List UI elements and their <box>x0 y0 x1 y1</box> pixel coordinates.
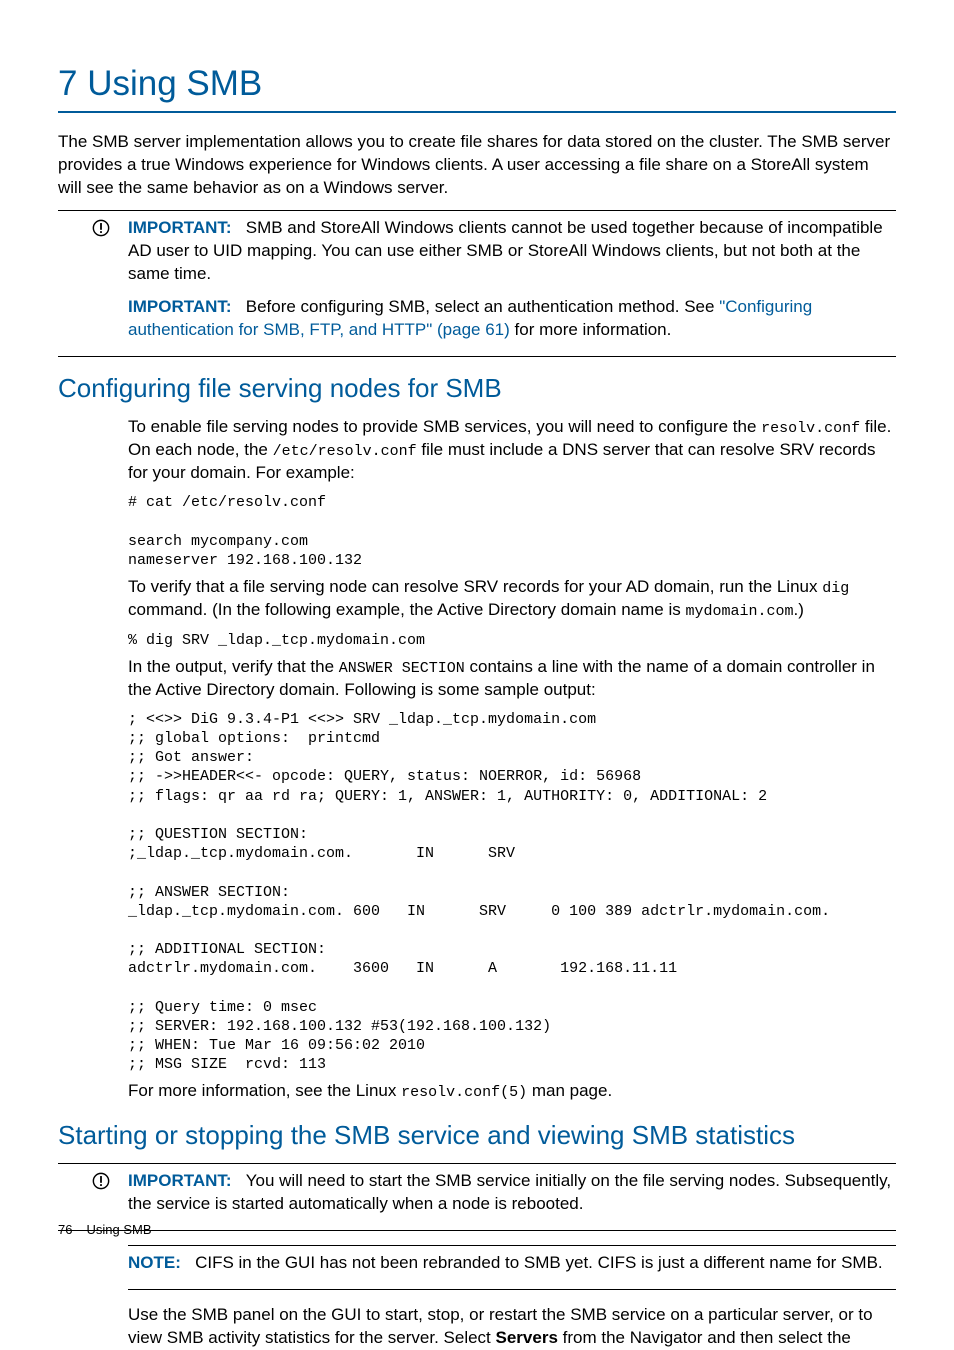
page-title: 7 Using SMB <box>58 60 896 113</box>
important-3-body: IMPORTANT: You will need to start the SM… <box>128 1170 896 1216</box>
important-label: IMPORTANT: <box>128 297 232 316</box>
text: man page. <box>527 1081 612 1100</box>
code-block-dig-output: ; <<>> DiG 9.3.4-P1 <<>> SRV _ldap._tcp.… <box>128 710 896 1075</box>
note-label: NOTE: <box>128 1253 181 1272</box>
code-block-dig-cmd: % dig SRV _ldap._tcp.mydomain.com <box>128 631 896 650</box>
text: command. (In the following example, the … <box>128 600 685 619</box>
intro-paragraph: The SMB server implementation allows you… <box>58 131 896 200</box>
s1-p3: In the output, verify that the ANSWER SE… <box>128 656 896 702</box>
code-inline: resolv.conf(5) <box>401 1084 527 1101</box>
note-body: NOTE: CIFS in the GUI has not been rebra… <box>128 1252 896 1275</box>
note-text: CIFS in the GUI has not been rebranded t… <box>195 1253 883 1272</box>
text: .) <box>794 600 804 619</box>
note-callout: NOTE: CIFS in the GUI has not been rebra… <box>128 1245 896 1290</box>
page-number: 76 <box>58 1222 72 1237</box>
text: To verify that a file serving node can r… <box>128 577 822 596</box>
important-callout-3: IMPORTANT: You will need to start the SM… <box>58 1163 896 1231</box>
important-icon <box>58 1170 128 1197</box>
text: from the Navigator and then select the <box>558 1328 851 1347</box>
important-2-post: for more information. <box>510 320 672 339</box>
text: For more information, see the Linux <box>128 1081 401 1100</box>
s1-p1: To enable file serving nodes to provide … <box>128 416 896 485</box>
code-inline: dig <box>822 580 849 597</box>
servers-bold: Servers <box>496 1328 558 1347</box>
s1-p2: To verify that a file serving node can r… <box>128 576 896 623</box>
important-icon <box>58 217 128 244</box>
code-block-resolv: # cat /etc/resolv.conf search mycompany.… <box>128 493 896 570</box>
code-inline: /etc/resolv.conf <box>273 443 417 460</box>
section-2-title: Starting or stopping the SMB service and… <box>58 1118 896 1153</box>
page-footer: 76 Using SMB <box>58 1221 152 1239</box>
important-label: IMPORTANT: <box>128 1171 232 1190</box>
text: To enable file serving nodes to provide … <box>128 417 761 436</box>
footer-section: Using SMB <box>86 1222 151 1237</box>
code-inline: ANSWER SECTION <box>339 660 465 677</box>
s1-p4: For more information, see the Linux reso… <box>128 1080 896 1103</box>
s2-p1: Use the SMB panel on the GUI to start, s… <box>128 1304 896 1350</box>
important-2-pre: Before configuring SMB, select an authen… <box>246 297 719 316</box>
important-callout-1: IMPORTANT: SMB and StoreAll Windows clie… <box>58 210 896 357</box>
text: In the output, verify that the <box>128 657 339 676</box>
important-3-text: You will need to start the SMB service i… <box>128 1171 891 1213</box>
important-1-text: SMB and StoreAll Windows clients cannot … <box>128 218 883 283</box>
important-1-body: IMPORTANT: SMB and StoreAll Windows clie… <box>128 217 896 286</box>
important-label: IMPORTANT: <box>128 218 232 237</box>
code-inline: mydomain.com <box>685 603 793 620</box>
section-1-title: Configuring file serving nodes for SMB <box>58 371 896 406</box>
important-2-body: IMPORTANT: Before configuring SMB, selec… <box>128 296 896 342</box>
code-inline: resolv.conf <box>761 420 860 437</box>
